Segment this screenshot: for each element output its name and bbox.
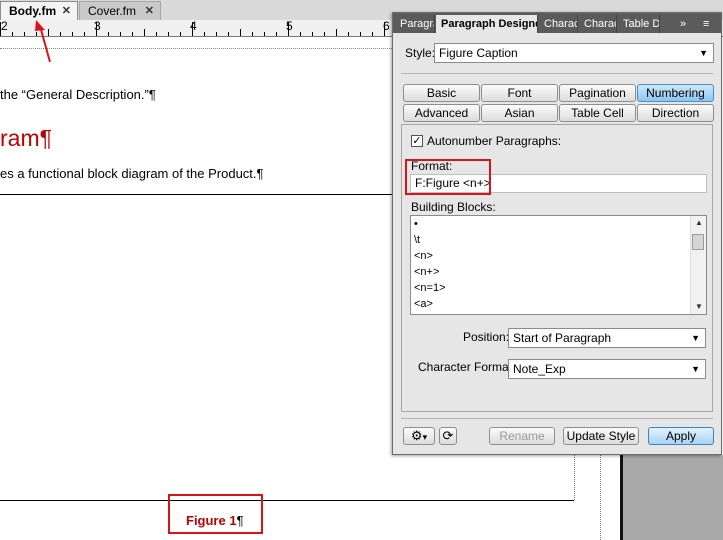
list-item[interactable]: • bbox=[414, 218, 418, 230]
ruler-number: 5 bbox=[286, 19, 293, 33]
scroll-up-icon[interactable]: ▲ bbox=[695, 218, 703, 227]
list-scrollbar[interactable]: ▲ ▼ bbox=[690, 216, 706, 314]
frame-border bbox=[600, 455, 601, 540]
style-value: Figure Caption bbox=[439, 46, 518, 60]
tab-advanced[interactable]: Advanced bbox=[403, 104, 480, 122]
annotation-arrow bbox=[35, 20, 51, 63]
tab-paragraph-catalog[interactable]: Paragra bbox=[395, 15, 435, 33]
list-item[interactable]: <n=1> bbox=[414, 282, 446, 294]
character-format-value: Note_Exp bbox=[513, 362, 566, 376]
tab-numbering[interactable]: Numbering bbox=[637, 84, 714, 102]
tab-paragraph-designer[interactable]: Paragraph Designer bbox=[436, 15, 538, 33]
position-value: Start of Paragraph bbox=[513, 331, 612, 345]
style-label: Style: bbox=[405, 46, 436, 60]
character-format-label: Character Format: bbox=[418, 360, 516, 374]
chevron-down-icon: ▼ bbox=[691, 364, 700, 374]
scroll-thumb[interactable] bbox=[692, 234, 704, 250]
autonumber-checkbox[interactable]: ✓ bbox=[411, 135, 423, 147]
tab-font[interactable]: Font bbox=[481, 84, 558, 102]
building-blocks-list[interactable]: • \t <n> <n+> <n=1> <a> ▲ ▼ bbox=[410, 215, 707, 315]
separator-line bbox=[0, 194, 392, 195]
section-heading[interactable]: ram¶ bbox=[0, 125, 52, 152]
gear-menu-button[interactable]: ⚙▾ bbox=[403, 427, 435, 445]
highlight-box bbox=[405, 159, 491, 195]
list-item[interactable]: <a> bbox=[414, 298, 433, 310]
chevron-down-icon: ▼ bbox=[699, 48, 708, 58]
tab-character-catalog[interactable]: Charac bbox=[539, 15, 578, 33]
tab-direction[interactable]: Direction bbox=[637, 104, 714, 122]
list-item[interactable]: \t bbox=[414, 234, 420, 246]
ruler-number: 4 bbox=[190, 19, 197, 33]
rename-button[interactable]: Rename bbox=[489, 427, 555, 445]
pasteboard-area bbox=[620, 455, 723, 540]
highlight-box bbox=[168, 494, 263, 534]
divider bbox=[401, 73, 713, 74]
apply-button[interactable]: Apply bbox=[648, 427, 714, 445]
chevron-down-icon: ▼ bbox=[691, 333, 700, 343]
list-item[interactable]: <n> bbox=[414, 250, 433, 262]
list-item[interactable]: <n+> bbox=[414, 266, 439, 278]
tab-table-cell[interactable]: Table Cell bbox=[559, 104, 636, 122]
body-text-line[interactable]: es a functional block diagram of the Pro… bbox=[0, 166, 264, 181]
refresh-button[interactable]: ⟳ bbox=[439, 427, 457, 445]
tab-character-designer[interactable]: Charac bbox=[579, 15, 617, 33]
gear-icon: ⚙ bbox=[410, 428, 423, 443]
tab-asian[interactable]: Asian bbox=[481, 104, 558, 122]
close-icon[interactable]: ✕ bbox=[145, 2, 154, 21]
chevron-down-icon: ▾ bbox=[422, 432, 428, 442]
building-blocks-label: Building Blocks: bbox=[411, 200, 496, 214]
page-edge bbox=[620, 455, 623, 540]
ruler-number: 3 bbox=[94, 19, 101, 33]
tab-table-designer[interactable]: Table D bbox=[618, 15, 660, 33]
body-text-line[interactable]: the “General Description.”¶ bbox=[0, 87, 156, 102]
paragraph-designer-panel: Paragra Paragraph Designer Charac Charac… bbox=[392, 12, 722, 455]
divider bbox=[401, 418, 713, 419]
panel-menu-icon[interactable]: ≡ bbox=[703, 15, 709, 33]
tab-pagination[interactable]: Pagination bbox=[559, 84, 636, 102]
panel-tab-bar: Paragra Paragraph Designer Charac Charac… bbox=[393, 13, 721, 33]
autonumber-label: Autonumber Paragraphs: bbox=[427, 134, 562, 148]
position-label: Position: bbox=[463, 330, 510, 344]
update-style-button[interactable]: Update Style bbox=[563, 427, 639, 445]
ruler-number: 6 bbox=[383, 19, 390, 33]
character-format-select[interactable]: Note_Exp ▼ bbox=[508, 359, 706, 379]
scroll-down-icon[interactable]: ▼ bbox=[695, 302, 703, 311]
tab-basic[interactable]: Basic bbox=[403, 84, 480, 102]
refresh-icon: ⟳ bbox=[442, 428, 454, 443]
style-select[interactable]: Figure Caption ▼ bbox=[434, 43, 714, 63]
position-select[interactable]: Start of Paragraph ▼ bbox=[508, 328, 706, 348]
frame-border bbox=[574, 455, 575, 500]
tab-cover-fm[interactable]: Cover.fm ✕ bbox=[79, 1, 161, 20]
separator-line bbox=[0, 500, 574, 501]
overflow-icon[interactable]: » bbox=[680, 15, 686, 33]
